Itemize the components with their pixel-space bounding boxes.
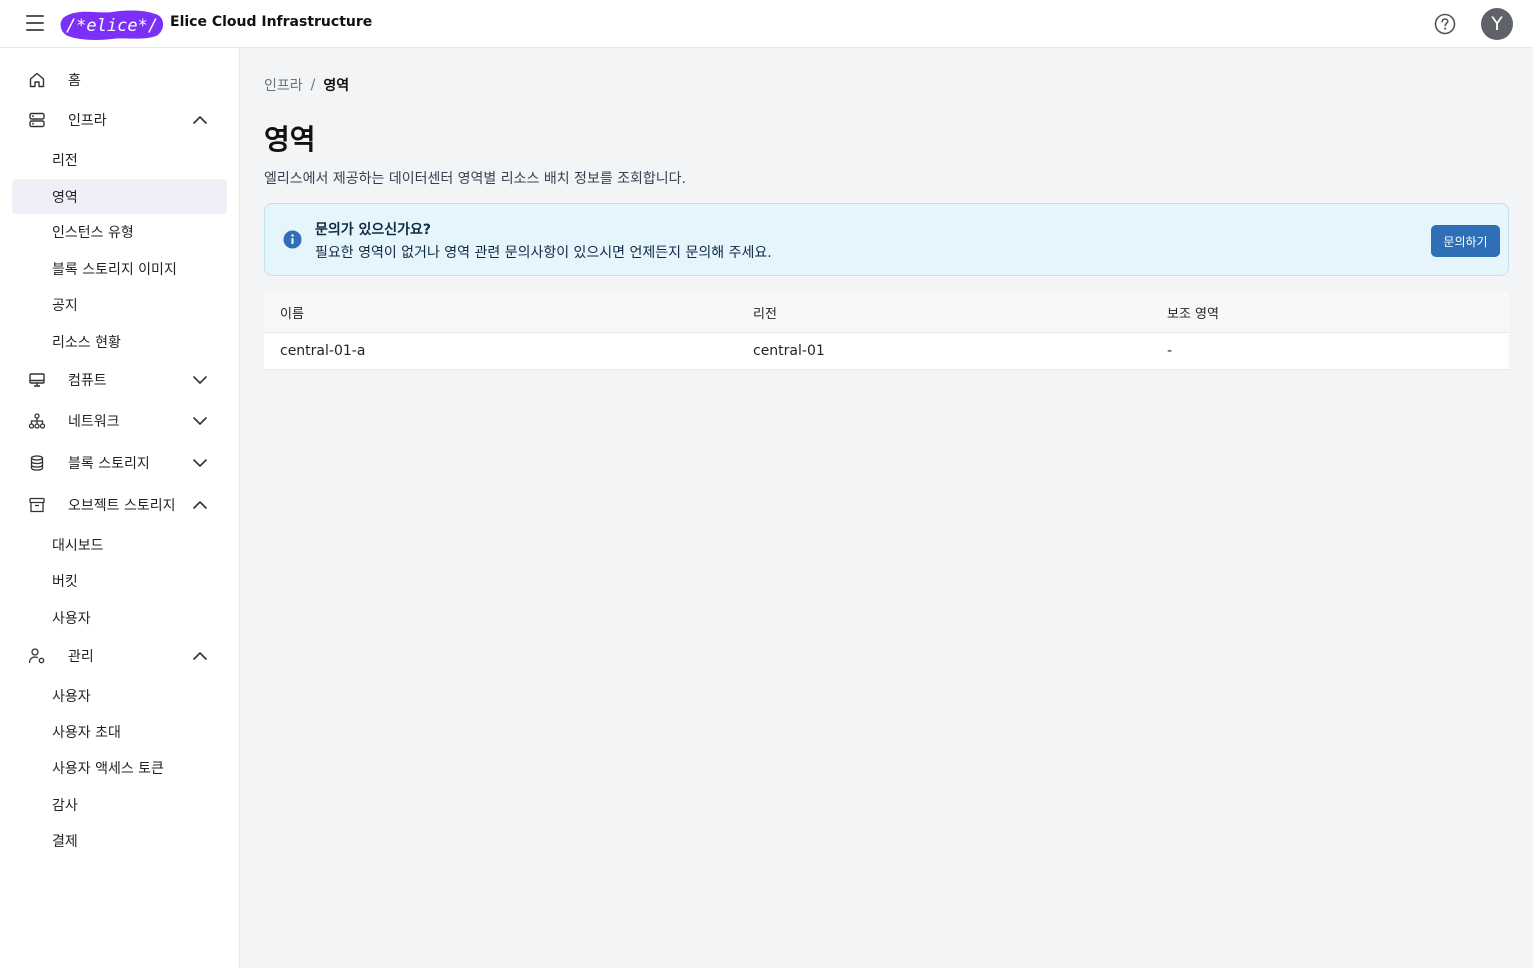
sidebar-item-admin[interactable]: 관리 <box>12 638 227 674</box>
sidebar-item-label: 컴퓨트 <box>68 373 107 389</box>
sidebar-item-instance-types[interactable]: 인스턴스 유형 <box>12 214 227 249</box>
sidebar-item-label: 리소스 현황 <box>52 334 121 351</box>
sidebar-item-notices[interactable]: 공지 <box>12 287 227 322</box>
menu-icon[interactable] <box>26 15 46 33</box>
chevron-down-icon <box>193 376 207 384</box>
monitor-icon <box>29 373 45 387</box>
sidebar-item-resource-status[interactable]: 리소스 현황 <box>12 324 227 359</box>
table-row[interactable]: central-01-a central-01 - <box>264 333 1509 369</box>
breadcrumb-current: 영역 <box>323 78 350 94</box>
user-avatar[interactable]: Y <box>1481 8 1513 40</box>
contact-button[interactable]: 문의하기 <box>1431 225 1500 257</box>
sidebar-item-label: 블록 스토리지 <box>68 456 150 472</box>
user-settings-icon <box>28 648 45 664</box>
chevron-down-icon <box>193 459 207 467</box>
sidebar-item-label: 사용자 초대 <box>52 724 121 741</box>
sidebar-item-network[interactable]: 네트워크 <box>12 403 227 439</box>
sidebar-item-label: 공지 <box>52 297 78 314</box>
sidebar-item-regions[interactable]: 리전 <box>12 142 227 177</box>
sidebar-item-object-users[interactable]: 사용자 <box>12 600 227 635</box>
inquiry-text: 필요한 영역이 없거나 영역 관련 문의사항이 있으시면 언제든지 문의해 주세… <box>315 245 772 261</box>
app-title: Elice Cloud Infrastructure <box>170 14 373 30</box>
sidebar-item-label: 감사 <box>52 797 78 814</box>
chevron-up-icon <box>193 501 207 509</box>
sidebar-item-compute[interactable]: 컴퓨트 <box>12 362 227 398</box>
archive-icon <box>29 497 45 513</box>
sidebar-item-label: 대시보드 <box>52 537 104 554</box>
chevron-up-icon <box>193 116 207 124</box>
sidebar-item-label: 관리 <box>68 649 94 665</box>
sidebar: 홈 인프라 리전 영역 인스턴스 유형 블록 스토리지 이미지 공지 리소스 현… <box>0 48 240 968</box>
sidebar-item-label: 사용자 <box>52 610 91 627</box>
inquiry-title: 문의가 있으신가요? <box>315 222 432 238</box>
sidebar-item-label: 버킷 <box>52 573 78 590</box>
cell-name: central-01-a <box>280 343 366 359</box>
sidebar-item-object-storage[interactable]: 오브젝트 스토리지 <box>12 487 227 523</box>
elice-logo[interactable]: /*elice*/ <box>60 10 164 40</box>
sidebar-item-infra[interactable]: 인프라 <box>12 102 227 138</box>
info-icon <box>283 230 302 249</box>
breadcrumb: 인프라 / 영역 <box>264 75 349 95</box>
network-icon <box>28 413 46 429</box>
sidebar-item-label: 인스턴스 유형 <box>52 224 134 241</box>
sidebar-item-label: 리전 <box>52 152 78 169</box>
chevron-down-icon <box>193 417 207 425</box>
breadcrumb-separator: / <box>310 77 316 93</box>
sidebar-item-label: 사용자 <box>52 688 91 705</box>
cell-secondary-zone: - <box>1167 343 1173 359</box>
sidebar-item-block-storage-images[interactable]: 블록 스토리지 이미지 <box>12 251 227 286</box>
cell-region: central-01 <box>753 343 825 359</box>
sidebar-item-access-tokens[interactable]: 사용자 액세스 토큰 <box>12 750 227 785</box>
sidebar-item-audit[interactable]: 감사 <box>12 787 227 822</box>
sidebar-item-label: 영역 <box>52 189 78 206</box>
inquiry-banner: 문의가 있으신가요? 필요한 영역이 없거나 영역 관련 문의사항이 있으시면 … <box>264 203 1509 276</box>
svg-text:/*elice*/: /*elice*/ <box>66 16 158 36</box>
sidebar-item-zones[interactable]: 영역 <box>12 179 227 214</box>
main-content: 인프라 / 영역 영역 엘리스에서 제공하는 데이터센터 영역별 리소스 배치 … <box>240 48 1533 968</box>
sidebar-item-label: 블록 스토리지 이미지 <box>52 261 177 278</box>
sidebar-item-home[interactable]: 홈 <box>12 62 227 98</box>
sidebar-item-label: 인프라 <box>68 113 107 129</box>
sidebar-item-label: 결제 <box>52 833 78 850</box>
column-header-secondary-zone[interactable]: 보조 영역 <box>1167 292 1219 332</box>
sidebar-item-user-invite[interactable]: 사용자 초대 <box>12 714 227 749</box>
sidebar-item-label: 오브젝트 스토리지 <box>68 498 176 514</box>
database-icon <box>30 455 44 471</box>
breadcrumb-infra-link[interactable]: 인프라 <box>264 75 303 95</box>
sidebar-item-dashboard[interactable]: 대시보드 <box>12 527 227 562</box>
sidebar-item-users[interactable]: 사용자 <box>12 678 227 713</box>
sidebar-item-billing[interactable]: 결제 <box>12 823 227 858</box>
home-icon <box>29 72 45 88</box>
zones-table: 이름 리전 보조 영역 central-01-a central-01 - <box>264 292 1509 370</box>
page-description: 엘리스에서 제공하는 데이터센터 영역별 리소스 배치 정보를 조회합니다. <box>264 171 686 187</box>
help-icon[interactable] <box>1434 13 1456 35</box>
table-header: 이름 리전 보조 영역 <box>264 292 1509 333</box>
sidebar-item-block-storage[interactable]: 블록 스토리지 <box>12 445 227 481</box>
sidebar-item-buckets[interactable]: 버킷 <box>12 563 227 598</box>
sidebar-item-label: 홈 <box>68 73 81 89</box>
column-header-region[interactable]: 리전 <box>753 292 777 332</box>
sidebar-item-label: 네트워크 <box>68 414 120 430</box>
server-icon <box>29 112 45 128</box>
sidebar-item-label: 사용자 액세스 토큰 <box>52 760 164 777</box>
page-title: 영역 <box>264 123 316 156</box>
column-header-name[interactable]: 이름 <box>280 292 304 332</box>
chevron-up-icon <box>193 652 207 660</box>
top-bar: /*elice*/ Elice Cloud Infrastructure Y <box>0 0 1533 48</box>
